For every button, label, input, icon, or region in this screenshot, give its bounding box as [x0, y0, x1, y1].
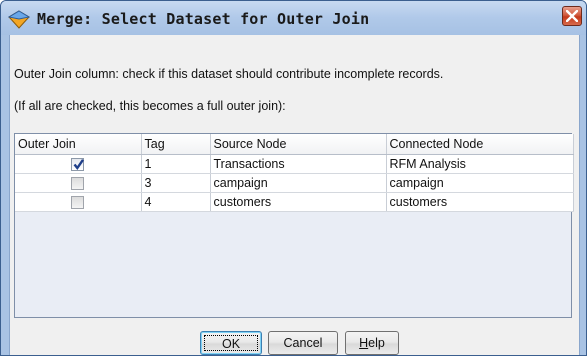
window-title: Merge: Select Dataset for Outer Join [37, 10, 370, 28]
connected-node-cell: campaign [386, 173, 574, 193]
connected-node-cell: customers [386, 192, 574, 212]
description-line-2: (If all are checked, this becomes a full… [14, 99, 286, 113]
outer-join-cell [15, 154, 142, 174]
column-header-outer-join[interactable]: Outer Join [15, 134, 142, 155]
outer-join-checkbox-unchecked[interactable] [71, 196, 85, 210]
source-node-cell: customers [210, 192, 387, 212]
close-button[interactable] [562, 6, 582, 26]
close-x-icon [566, 10, 578, 22]
diamond-node-icon [7, 9, 31, 29]
column-header-connected-node[interactable]: Connected Node [386, 134, 574, 155]
ok-button-label: OK [204, 335, 258, 351]
tag-cell: 1 [141, 154, 211, 174]
help-button[interactable]: Help [345, 331, 399, 355]
table-header-row: Outer Join Tag Source Node Connected Nod… [15, 134, 574, 155]
outer-join-cell [15, 173, 142, 193]
source-node-cell: Transactions [210, 154, 387, 174]
description-line-1: Outer Join column: check if this dataset… [14, 67, 444, 81]
cancel-button[interactable]: Cancel [268, 331, 338, 355]
column-header-tag[interactable]: Tag [141, 134, 211, 155]
title-bar[interactable]: Merge: Select Dataset for Outer Join [1, 1, 586, 35]
outer-join-checkbox-unchecked[interactable] [71, 177, 85, 191]
column-header-source-node[interactable]: Source Node [210, 134, 387, 155]
outer-join-cell [15, 192, 142, 212]
help-label-rest: elp [368, 336, 385, 350]
source-node-cell: campaign [210, 173, 387, 193]
outer-join-checkbox-checked[interactable] [71, 158, 85, 172]
table-row[interactable]: 1 Transactions RFM Analysis [15, 154, 574, 174]
tag-cell: 4 [141, 192, 211, 212]
table-row[interactable]: 4 customers customers [15, 192, 574, 212]
merge-dialog: Merge: Select Dataset for Outer Join Out… [0, 0, 587, 356]
button-bar: OK Cancel Help [10, 331, 579, 355]
connected-node-cell: RFM Analysis [386, 154, 574, 174]
ok-button[interactable]: OK [200, 331, 262, 355]
table-row[interactable]: 3 campaign campaign [15, 173, 574, 193]
help-mnemonic: H [359, 336, 369, 350]
dialog-body: Outer Join column: check if this dataset… [9, 35, 580, 355]
check-mark-icon [73, 159, 85, 171]
tag-cell: 3 [141, 173, 211, 193]
dataset-table: Outer Join Tag Source Node Connected Nod… [14, 133, 574, 318]
